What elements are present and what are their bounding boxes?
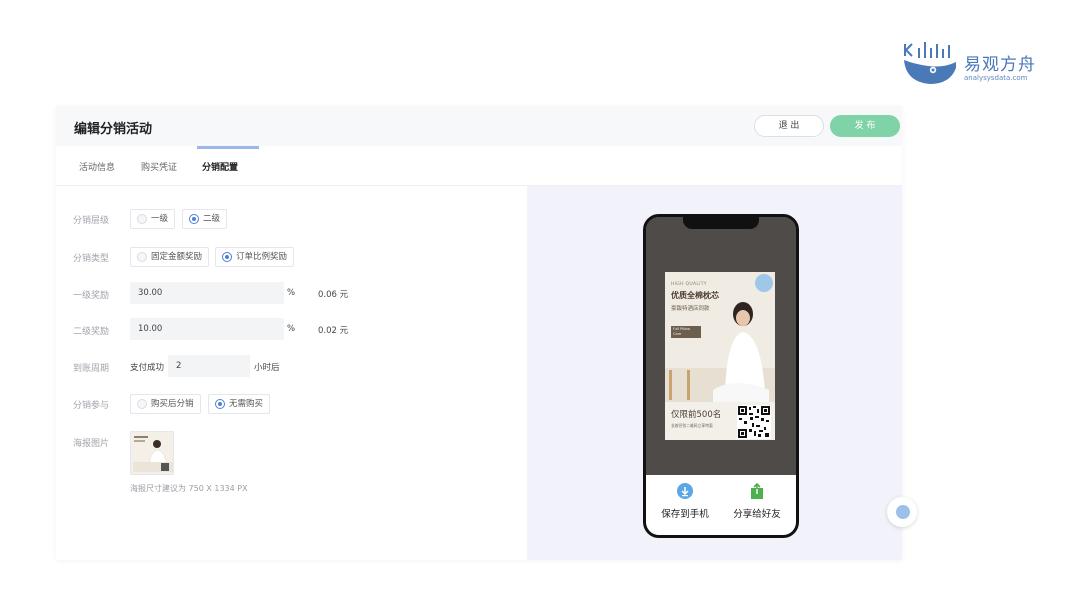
poster-photo: HIGH QUALITY 优质全棉枕芯 豪跋特酒店同款 Full Pillow … bbox=[665, 272, 775, 402]
save-to-phone-label: 保存到手机 bbox=[661, 509, 709, 520]
poster-tag: Full Pillow Core bbox=[671, 326, 701, 338]
radio-label: 购买后分销 bbox=[151, 399, 194, 409]
poster-preview-area: HIGH QUALITY 优质全棉枕芯 豪跋特酒店同款 Full Pillow … bbox=[527, 186, 902, 560]
level2-label: 二级奖励 bbox=[73, 327, 110, 337]
radio-label: 一级 bbox=[151, 214, 169, 224]
tab-distribution-config[interactable]: 分销配置 bbox=[202, 160, 238, 173]
floating-chat-button[interactable] bbox=[887, 497, 917, 527]
radio-fixed-amount[interactable]: 固定金额奖励 bbox=[130, 247, 210, 267]
save-to-phone-button[interactable]: 保存到手机 bbox=[650, 483, 720, 520]
brand-logo: 易观方舟 analysysdata.com bbox=[900, 38, 1050, 90]
poster-thumbnail-image bbox=[131, 432, 173, 474]
whale-logo-icon bbox=[904, 42, 956, 84]
poster-thumbnail[interactable] bbox=[130, 431, 174, 475]
level1-input[interactable]: 30.00 bbox=[130, 282, 284, 304]
active-tab-indicator bbox=[197, 146, 259, 149]
tab-bar: 活动信息 购买凭证 分销配置 bbox=[56, 146, 902, 186]
poster-limit-text: 仅限前500名 bbox=[671, 410, 722, 420]
exit-button[interactable]: 退 出 bbox=[754, 115, 824, 137]
level-label: 分销层级 bbox=[73, 216, 110, 226]
radio-dot bbox=[189, 214, 199, 224]
poster-footer: 仅限前500名 长按识别二维码立享特惠 bbox=[665, 402, 775, 440]
share-to-friend-button[interactable]: 分享给好友 bbox=[722, 483, 792, 520]
level1-unit: % bbox=[287, 288, 296, 298]
poster-scan-text: 长按识别二维码立享特惠 bbox=[671, 423, 713, 428]
phone-mockup: HIGH QUALITY 优质全棉枕芯 豪跋特酒店同款 Full Pillow … bbox=[643, 214, 799, 538]
share-to-friend-label: 分享给好友 bbox=[733, 509, 781, 520]
level2-result: 0.02 元 bbox=[318, 326, 349, 336]
share-icon bbox=[751, 483, 763, 499]
poster-card: HIGH QUALITY 优质全棉枕芯 豪跋特酒店同款 Full Pillow … bbox=[665, 272, 775, 440]
radio-no-purchase[interactable]: 无需购买 bbox=[208, 394, 271, 414]
avatar bbox=[755, 274, 773, 292]
poster-title: 优质全棉枕芯 bbox=[671, 291, 719, 300]
tab-purchase-voucher[interactable]: 购买凭证 bbox=[141, 160, 177, 173]
radio-buy-then-distribute[interactable]: 购买后分销 bbox=[130, 394, 201, 414]
type-label: 分销类型 bbox=[73, 254, 110, 264]
level2-input[interactable]: 10.00 bbox=[130, 318, 284, 340]
poster-size-hint: 海报尺寸建议为 750 X 1334 PX bbox=[130, 484, 248, 493]
tab-activity-info[interactable]: 活动信息 bbox=[79, 160, 115, 173]
radio-label: 订单比例奖励 bbox=[236, 252, 288, 262]
chat-icon bbox=[896, 505, 910, 519]
radio-dot bbox=[137, 399, 147, 409]
period-prefix: 支付成功 bbox=[130, 363, 165, 373]
publish-button[interactable]: 发 布 bbox=[830, 115, 900, 137]
qr-code-icon bbox=[737, 405, 771, 439]
edit-panel: 编辑分销活动 退 出 发 布 活动信息 购买凭证 分销配置 分销层级 一级 二级… bbox=[56, 106, 902, 560]
radio-label: 二级 bbox=[203, 214, 221, 224]
radio-dot bbox=[137, 214, 147, 224]
poster-label: 海报图片 bbox=[73, 439, 110, 449]
radio-level-one[interactable]: 一级 bbox=[130, 209, 176, 229]
radio-dot bbox=[222, 252, 232, 262]
radio-order-ratio[interactable]: 订单比例奖励 bbox=[215, 247, 295, 267]
radio-level-two[interactable]: 二级 bbox=[182, 209, 228, 229]
period-label: 到账周期 bbox=[73, 364, 110, 374]
poster-subtitle: 豪跋特酒店同款 bbox=[671, 306, 710, 312]
radio-label: 无需购买 bbox=[229, 399, 264, 409]
share-sheet: 保存到手机 分享给好友 bbox=[646, 475, 796, 535]
level1-result: 0.06 元 bbox=[318, 290, 349, 300]
radio-dot bbox=[137, 252, 147, 262]
download-icon bbox=[677, 483, 693, 499]
phone-notch bbox=[683, 217, 759, 229]
period-suffix: 小时后 bbox=[254, 363, 280, 373]
page-root: 易观方舟 analysysdata.com 编辑分销活动 退 出 发 布 活动信… bbox=[0, 0, 1071, 599]
panel-header: 编辑分销活动 退 出 发 布 bbox=[56, 106, 902, 146]
participate-label: 分销参与 bbox=[73, 401, 110, 411]
period-input[interactable]: 2 bbox=[168, 355, 250, 377]
level2-unit: % bbox=[287, 324, 296, 334]
page-title: 编辑分销活动 bbox=[74, 122, 153, 137]
brand-name: 易观方舟 bbox=[964, 55, 1036, 75]
radio-dot bbox=[215, 399, 225, 409]
poster-hq-text: HIGH QUALITY bbox=[671, 282, 707, 287]
level1-label: 一级奖励 bbox=[73, 291, 110, 301]
radio-label: 固定金额奖励 bbox=[151, 252, 203, 262]
brand-url: analysysdata.com bbox=[964, 74, 1028, 82]
